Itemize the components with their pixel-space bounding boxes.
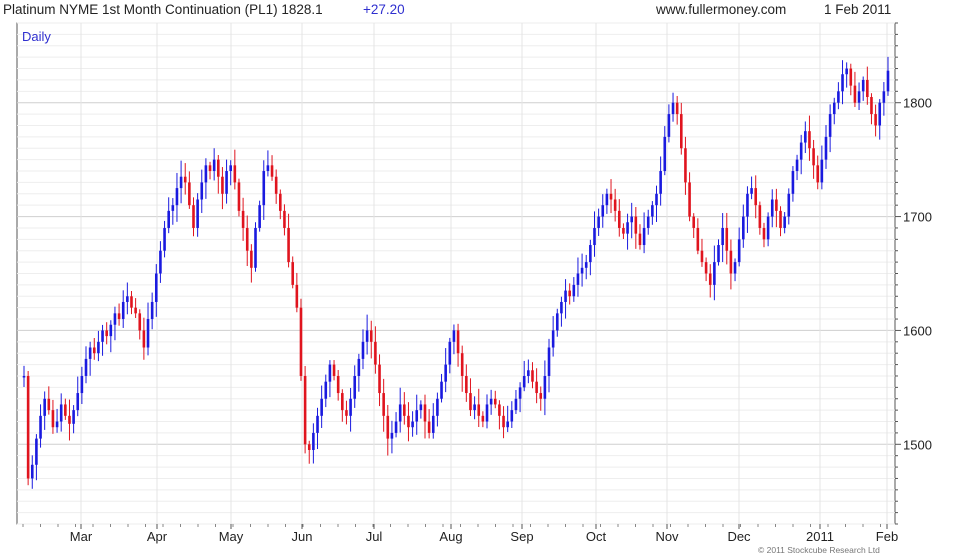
price-chart: 1500 1600 1700 1800 Mar Apr May Jun Jul Aug Sep Oct… [16,22,932,544]
x-tick-label: Nov [655,529,679,544]
period-label: Daily [22,29,51,44]
y-tick-label: 1800 [903,96,932,111]
x-tick-label: Feb [876,529,898,544]
copyright-notice: © 2011 Stockcube Research Ltd [758,545,880,555]
x-tick-label: Jul [366,529,383,544]
price-bar [237,178,241,217]
x-tick-label: May [219,529,244,544]
y-tick-label: 1700 [903,210,932,225]
price-bar [303,366,307,454]
x-tick-label: Sep [510,529,533,544]
price-bar [254,222,257,272]
price-bar [26,370,30,486]
y-tick-label: 1600 [903,323,932,338]
x-tick-label: Aug [439,529,462,544]
x-tick-label: Mar [70,529,93,544]
price-bar [258,200,261,232]
x-tick-label: Apr [147,529,168,544]
price-bar [299,298,303,381]
x-tick-label: 2011 [806,529,834,544]
y-tick-label: 1500 [903,437,932,452]
x-tick-label: Dec [727,529,751,544]
x-tick-label: Oct [586,529,607,544]
x-tick-label: Jun [292,529,313,544]
